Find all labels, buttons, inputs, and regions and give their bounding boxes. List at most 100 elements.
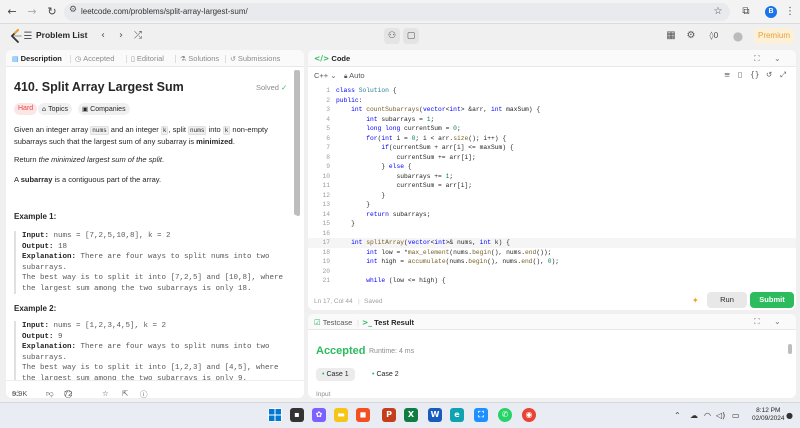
line-number: 3 (326, 106, 330, 113)
case-2-tab[interactable]: • Case 2 (366, 368, 405, 381)
line-number: 13 (322, 201, 330, 208)
topics-chip[interactable]: ⌂ Topics (38, 103, 72, 115)
debug-icon[interactable]: ⚇ (384, 28, 400, 44)
maximize-test-icon[interactable]: ⛶ (754, 317, 760, 327)
user-avatar-icon[interactable]: ● (731, 29, 745, 43)
tab-accepted[interactable]: ◷ Accepted (75, 54, 114, 63)
code-line[interactable]: subarrays += 1; (336, 172, 796, 182)
tab-solutions[interactable]: ⚗ Solutions (180, 54, 219, 63)
code-line[interactable]: public: (336, 96, 796, 106)
language-select[interactable]: C++ ⌄ (314, 71, 337, 80)
browser-menu-icon[interactable]: ⋮ (782, 4, 798, 20)
line-number: 15 (322, 220, 330, 227)
code-line[interactable]: return subarrays; (336, 210, 796, 220)
test-scrollbar[interactable] (788, 344, 792, 354)
code-line[interactable]: int low = *max_element(nums.begin(), num… (336, 248, 796, 258)
format-icon[interactable]: ≡ (724, 70, 730, 79)
code-line[interactable]: for(int i = 0; i < arr.size(); i++) { (336, 134, 796, 144)
list-icon[interactable]: ☰ (21, 30, 35, 44)
excel-icon[interactable]: X (404, 408, 418, 422)
whatsapp-icon[interactable]: ✆ (498, 408, 512, 422)
tab-test-result[interactable]: >_ Test Result (362, 318, 414, 327)
code-line[interactable]: } (336, 200, 796, 210)
cloud-icon[interactable]: ☁ (690, 411, 698, 420)
word-icon[interactable]: W (428, 408, 442, 422)
reset-icon[interactable]: ↺ (766, 70, 772, 79)
tab-submissions[interactable]: ↺ Submissions (230, 54, 280, 63)
code-tab[interactable]: </> Code (314, 54, 350, 63)
check-circle-icon: ✓ (281, 83, 288, 92)
code-line[interactable] (336, 267, 796, 277)
problem-title[interactable]: 410. Split Array Largest Sum (14, 80, 184, 94)
copilot-icon[interactable]: ✿ (312, 408, 326, 422)
office-icon[interactable]: ◼ (356, 408, 370, 422)
line-number: 20 (322, 267, 330, 275)
run-button[interactable]: Run (707, 292, 747, 308)
code-line[interactable]: int high = accumulate(nums.begin(), nums… (336, 257, 796, 267)
streak-counter[interactable]: ◊0 (703, 29, 725, 43)
bookmark-star-icon[interactable]: ☆ (710, 4, 726, 20)
notification-bell-icon[interactable]: ● (786, 411, 793, 420)
wifi-icon[interactable]: ◠ (704, 411, 711, 420)
code-line[interactable]: currentSum = arr[i]; (336, 181, 796, 191)
companies-chip[interactable]: ▣ Companies (78, 103, 130, 115)
collapse-icon[interactable]: ⌄ (774, 54, 781, 63)
code-line[interactable]: } (336, 191, 796, 201)
tab-editorial[interactable]: ▯ Editorial (131, 54, 164, 63)
tab-description[interactable]: ▤ Description (12, 54, 62, 63)
example-1-title: Example 1: (14, 212, 57, 221)
mode-toggle[interactable]: 🔒︎ Auto (344, 71, 365, 81)
settings-gear-icon[interactable]: ⚙ (684, 29, 698, 43)
battery-icon[interactable]: ▭ (732, 411, 740, 420)
code-line[interactable]: int subarrays = 1; (336, 115, 796, 125)
edge-icon[interactable]: e (450, 408, 464, 422)
code-line[interactable]: } else { (336, 162, 796, 172)
maximize-icon[interactable]: ⛶ (754, 54, 760, 64)
site-info-icon[interactable]: ⚙ (69, 5, 77, 15)
code-line[interactable]: long long currentSum = 0; (336, 124, 796, 134)
store-icon[interactable]: ⛶ (474, 408, 488, 422)
code-line[interactable]: int splitArray(vector<int>& nums, int k)… (336, 238, 796, 248)
question-icon: ⓘ (140, 390, 148, 398)
file-explorer-icon[interactable]: ▬ (334, 408, 348, 422)
tray-chevron-icon[interactable]: ⌃ (674, 411, 681, 420)
address-bar[interactable]: ⚙ leetcode.com/problems/split-array-larg… (64, 3, 730, 21)
code-line[interactable]: int countSubarrays(vector<int> &arr, int… (336, 105, 796, 115)
premium-button[interactable]: Premium (754, 28, 794, 44)
fullscreen-icon[interactable]: ⤢ (780, 70, 786, 80)
code-line[interactable]: if(currentSum + arr[i] <= maxSum) { (336, 143, 796, 153)
system-clock[interactable]: 8:12 PM 02/09/2024 (752, 407, 785, 423)
shuffle-icon[interactable]: ⤮ (131, 29, 145, 43)
bookmark-icon[interactable]: ▯ (738, 70, 742, 79)
task-view-icon[interactable]: ▪ (290, 408, 304, 422)
case-1-tab[interactable]: • Case 1 (316, 368, 355, 381)
code-line[interactable]: while (low <= high) { (336, 276, 796, 286)
volume-icon[interactable]: ◁) (716, 411, 725, 420)
windows-start-icon[interactable] (268, 408, 282, 422)
submit-button[interactable]: Submit (750, 292, 794, 308)
extensions-icon[interactable]: ⧉ (738, 4, 754, 20)
code-line[interactable]: currentSum += arr[i]; (336, 153, 796, 163)
forward-icon[interactable]: → (24, 4, 40, 20)
code-line[interactable]: } (336, 219, 796, 229)
chrome-icon[interactable]: ◉ (522, 408, 536, 422)
left-panel-outer-scrollbar[interactable] (296, 70, 300, 216)
lightbulb-icon[interactable]: ✦ (692, 296, 699, 305)
prev-problem-icon[interactable]: ‹ (96, 29, 110, 43)
notes-icon[interactable]: ▢ (403, 28, 419, 44)
braces-icon[interactable]: {} (750, 70, 760, 79)
back-icon[interactable]: ← (4, 4, 20, 20)
code-line[interactable] (336, 229, 796, 239)
layout-grid-icon[interactable]: ▦ (664, 29, 678, 43)
problem-list-link[interactable]: Problem List (36, 30, 87, 40)
description-panel: ▤ Description ◷ Accepted ▯ Editorial ⚗ Solut… (6, 50, 304, 398)
code-editor[interactable]: class Solution {public: int countSubarra… (336, 86, 796, 286)
reload-icon[interactable]: ↻ (44, 4, 60, 20)
collapse-test-icon[interactable]: ⌄ (774, 317, 781, 326)
runtime-text: Runtime: 4 ms (369, 348, 415, 355)
code-line[interactable]: class Solution { (336, 86, 796, 96)
tab-testcase[interactable]: ☑ Testcase (314, 318, 352, 327)
next-problem-icon[interactable]: › (114, 29, 128, 43)
profile-avatar[interactable]: B (765, 6, 777, 18)
powerpoint-icon[interactable]: P (382, 408, 396, 422)
